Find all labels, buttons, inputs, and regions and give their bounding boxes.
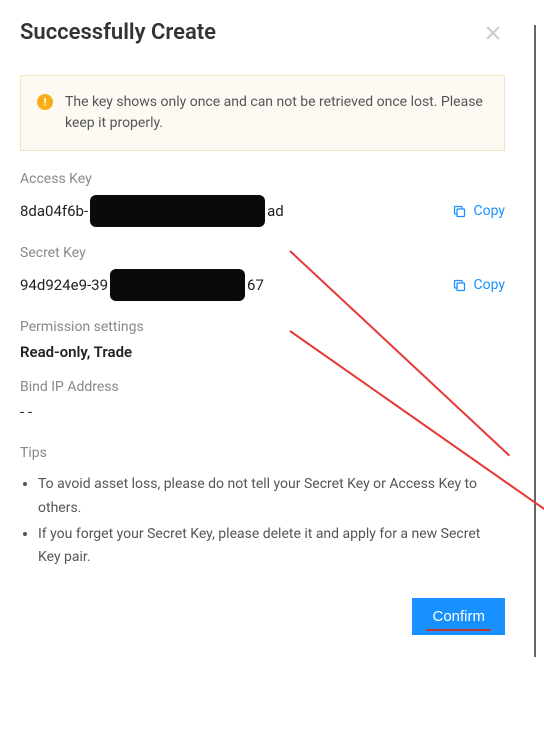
vertical-divider [534,25,536,657]
warning-alert: ! The key shows only once and can not be… [20,75,505,151]
copy-icon [452,204,467,219]
tips-label: Tips [20,445,505,461]
bind-ip-value: - - [20,403,505,421]
copy-icon [452,278,467,293]
modal-container: Successfully Create ! The key shows only… [0,0,525,655]
access-key-prefix: 8da04f6b- [20,202,88,220]
confirm-button[interactable]: Confirm [412,598,505,635]
tips-item: If you forget your Secret Key, please de… [38,523,505,571]
permission-value: Read-only, Trade [20,343,505,361]
redaction-block [110,269,245,301]
close-icon [483,23,503,43]
copy-label: Copy [473,277,505,293]
access-key-suffix: ad [267,202,284,220]
modal-footer: Confirm [20,598,505,635]
close-button[interactable] [481,21,505,45]
modal-title: Successfully Create [20,20,216,45]
tips-section: Tips To avoid asset loss, please do not … [20,445,505,570]
annotation-underline [426,629,491,631]
copy-secret-key-button[interactable]: Copy [452,277,505,293]
warning-icon: ! [37,94,53,110]
secret-key-prefix: 94d924e9-39 [20,276,108,294]
access-key-value: 8da04f6b- ad [20,195,284,227]
copy-label: Copy [473,203,505,219]
permission-label: Permission settings [20,319,505,335]
copy-access-key-button[interactable]: Copy [452,203,505,219]
tips-item: To avoid asset loss, please do not tell … [38,473,505,521]
tips-list: To avoid asset loss, please do not tell … [20,473,505,570]
secret-key-value: 94d924e9-39 67 [20,269,264,301]
permission-field: Permission settings Read-only, Trade [20,319,505,361]
access-key-field: Access Key 8da04f6b- ad Copy [20,171,505,227]
confirm-label: Confirm [432,608,485,625]
access-key-label: Access Key [20,171,505,187]
secret-key-field: Secret Key 94d924e9-39 67 Copy [20,245,505,301]
warning-text: The key shows only once and can not be r… [65,92,488,134]
modal-header: Successfully Create [20,20,505,45]
secret-key-suffix: 67 [247,276,264,294]
redaction-block [90,195,265,227]
secret-key-label: Secret Key [20,245,505,261]
